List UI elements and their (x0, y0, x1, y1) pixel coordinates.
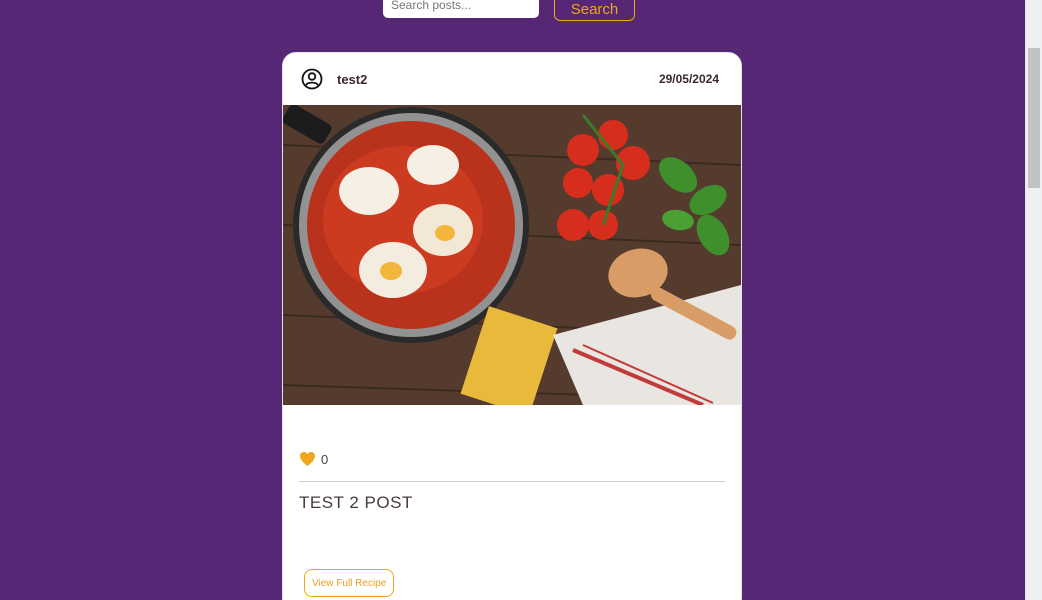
search-input[interactable] (383, 0, 539, 18)
post-header: test2 29/05/2024 (283, 53, 741, 105)
recipe-image (283, 105, 741, 405)
view-full-recipe-button[interactable]: View Full Recipe (304, 569, 395, 597)
post-card: test2 29/05/2024 0 TEST 2 POST View Full… (282, 52, 742, 600)
user-circle-icon (301, 68, 323, 90)
scrollbar[interactable] (1025, 0, 1042, 600)
search-button[interactable]: Search (554, 0, 635, 21)
like-count: 0 (321, 451, 329, 467)
scrollbar-thumb[interactable] (1028, 48, 1040, 188)
post-author: test2 (337, 71, 368, 87)
search-bar: Search (383, 0, 635, 21)
post-title: TEST 2 POST (299, 493, 413, 512)
likes: 0 (299, 451, 328, 467)
heart-icon[interactable] (299, 451, 316, 467)
divider (299, 481, 725, 482)
post-date: 29/05/2024 (658, 72, 719, 86)
